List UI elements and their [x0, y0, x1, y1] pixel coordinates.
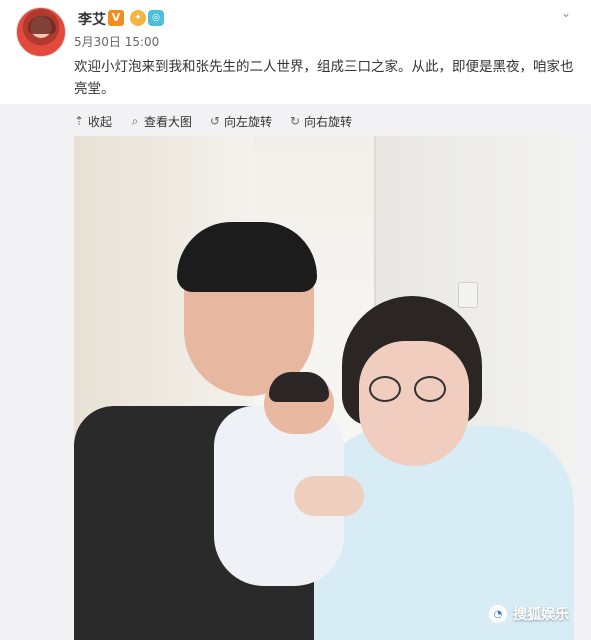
- glasses-left-lens: [369, 376, 401, 402]
- woman-face: [359, 341, 469, 466]
- view-large-label: 查看大图: [144, 114, 193, 129]
- avatar[interactable]: [16, 7, 66, 57]
- magnifier-icon: ⌕: [131, 113, 139, 128]
- view-large-button[interactable]: ⌕ 查看大图: [130, 112, 192, 130]
- baby-hair: [269, 372, 329, 402]
- rotate-left-label: 向左旋转: [224, 114, 273, 129]
- glasses-right-lens: [414, 376, 446, 402]
- watermark-text: 搜狐娱乐: [513, 607, 569, 623]
- chevron-down-icon[interactable]: ⌄: [559, 6, 573, 20]
- collapse-button[interactable]: ⇡ 收起: [74, 112, 112, 130]
- woman-hand: [294, 476, 364, 516]
- rotate-right-button[interactable]: ↻ 向右旋转: [290, 112, 352, 130]
- watermark: ◔ 搜狐娱乐: [489, 604, 569, 624]
- rotate-left-button[interactable]: ↺ 向左旋转: [210, 112, 272, 130]
- post-photo[interactable]: [74, 136, 574, 640]
- watermark-logo-icon: ◔: [489, 605, 507, 623]
- collapse-label: 收起: [88, 114, 113, 129]
- post-card: 李艾 V ✦ ◎ ⌄ 5月30日 15:00 欢迎小灯泡来到我和张先生的二人世界…: [0, 0, 591, 104]
- post-text: 欢迎小灯泡来到我和张先生的二人世界，组成三口之家。从此，即便是黑夜，咱家也亮堂。: [74, 59, 574, 97]
- verified-badge-icon: V: [108, 10, 124, 26]
- man-hair: [177, 222, 317, 292]
- wall-thermostat: [458, 282, 478, 308]
- image-toolbar: ⇡ 收起 ⌕ 查看大图 ↺ 向左旋转 ↻ 向右旋转: [74, 112, 352, 130]
- level-badge-icon: ◎: [148, 10, 164, 26]
- author-name[interactable]: 李艾: [78, 9, 106, 29]
- rotate-right-icon: ↻: [290, 114, 301, 128]
- rotate-right-label: 向右旋转: [304, 114, 353, 129]
- collapse-icon: ⇡: [74, 114, 85, 128]
- post-timestamp[interactable]: 5月30日 15:00: [74, 33, 159, 50]
- rotate-left-icon: ↺: [210, 114, 221, 128]
- member-badge-icon: ✦: [130, 10, 146, 26]
